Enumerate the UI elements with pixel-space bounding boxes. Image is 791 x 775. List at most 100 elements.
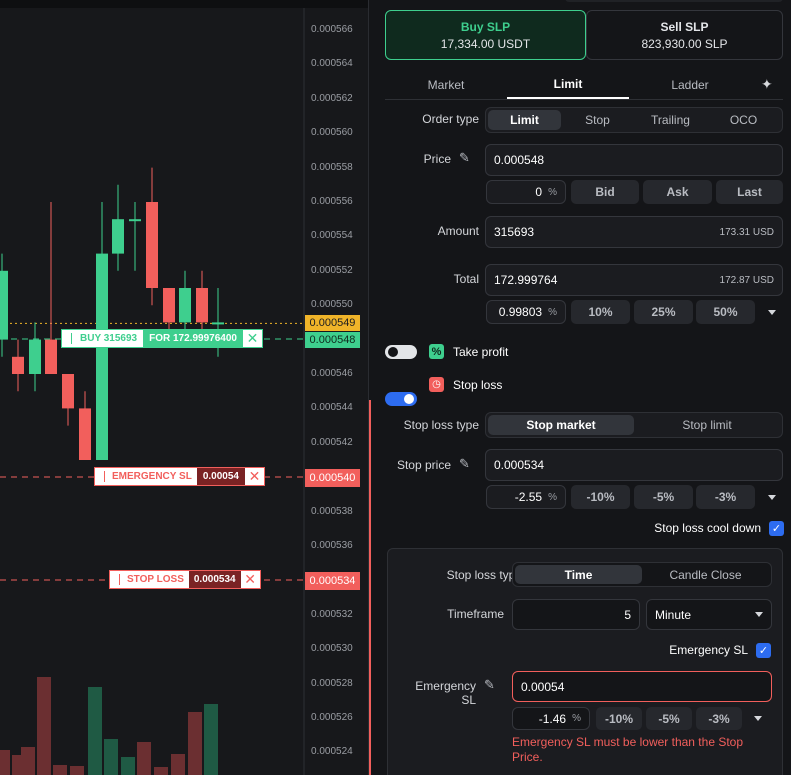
drag-handle-icon[interactable] [64,333,72,344]
candlestick-chart[interactable] [0,0,368,775]
chevron-down-icon[interactable] [768,310,776,315]
chevron-down-icon[interactable] [754,716,762,721]
emergency-checkbox[interactable]: ✓ [756,643,771,658]
buy-price-tag: 0.000548 [305,332,360,348]
take-profit-toggle[interactable] [385,345,417,359]
emergency-sl-input[interactable]: 0.00054 [512,671,772,702]
close-icon[interactable]: ✕ [245,468,264,485]
stop-loss-icon: ◷ [429,377,444,392]
tab-limit[interactable]: Limit [507,70,629,99]
amount-input[interactable]: 315693 173.31 USD [485,216,783,248]
price-tick-label: 0.000546 [311,368,353,379]
price-tick-label: 0.000530 [311,643,353,655]
price-percent-input[interactable]: 0% [486,180,566,204]
pct-25-button[interactable]: 25% [634,300,693,324]
total-label: Total [453,272,479,286]
timeframe-unit-select[interactable]: Minute [646,599,772,630]
stop-price-percent-input[interactable]: -2.55% [486,485,566,509]
tab-ladder[interactable]: Ladder [629,70,751,99]
cooldown-settings-box: Stop loss type Time Candle Close Timefra… [387,548,783,775]
em-minus10-button[interactable]: -10% [596,707,642,730]
emergency-percent-value: -1.46 [538,711,567,726]
stoploss-value: 0.000534 [188,571,241,588]
sell-side-button[interactable]: Sell SLP 823,930.00 SLP [586,10,783,60]
candle-body [196,288,208,323]
stop-loss-section-rail [369,400,371,775]
volume-bar [53,765,67,775]
drag-handle-icon[interactable] [112,574,120,585]
sl-type-stop-limit[interactable]: Stop limit [634,415,780,435]
sl-type-candle-close[interactable]: Candle Close [642,565,769,584]
eyedropper-icon[interactable]: ✎ [459,456,470,472]
candle-body [45,339,57,374]
chevron-down-icon[interactable] [768,495,776,500]
emergency-label: Emergency SL [415,679,476,707]
close-icon[interactable]: ✕ [243,330,262,347]
buy-order-line-label[interactable]: BUY 315693 FOR 172.99976400 ✕ [61,329,263,348]
percent-icon: % [548,306,557,318]
pct-10-button[interactable]: 10% [571,300,630,324]
volume-bar [154,767,168,775]
buy-title: Buy SLP [460,19,511,34]
emergency-toggle-label: Emergency SL [669,643,748,657]
emergency-price-tag: 0.000540 [305,469,360,487]
sl-type-time[interactable]: Time [515,565,642,584]
candle-body [12,356,24,374]
order-panel: Buy SLP 17,334.00 USDT Sell SLP 823,930.… [368,0,791,775]
total-percent-input[interactable]: 0.99803% [486,300,566,324]
price-chart[interactable]: 0.000566 0.000564 0.000562 0.000560 0.000558… [0,0,368,775]
stop-price-label: Stop price [396,458,451,472]
em-minus3-button[interactable]: -3% [696,707,742,730]
order-type-oco[interactable]: OCO [707,110,780,130]
sell-title: Sell SLP [660,19,709,34]
bid-button[interactable]: Bid [571,180,639,204]
candle-body [29,339,41,374]
tab-market[interactable]: Market [385,70,507,99]
volume-bar [0,750,10,775]
emergency-sl-value: 0.00054 [196,468,245,485]
price-tick-label: 0.000554 [311,230,353,242]
ask-button[interactable]: Ask [643,180,712,204]
sell-balance: 823,930.00 SLP [641,36,728,51]
sp-minus5-button[interactable]: -5% [634,485,693,509]
price-tick-label: 0.000562 [311,92,353,104]
drag-handle-icon[interactable] [97,471,105,482]
stoploss-line-label[interactable]: STOP LOSS 0.000534 ✕ [109,570,261,589]
buy-order-amount: BUY 315693 [80,333,138,344]
emergency-sl-line-label[interactable]: EMERGENCY SL 0.00054 ✕ [94,467,265,486]
em-minus5-button[interactable]: -5% [646,707,692,730]
sparkle-icon[interactable]: ✦ [761,76,773,93]
last-button[interactable]: Last [716,180,783,204]
price-percent-value: 0 [535,185,543,199]
sp-minus3-button[interactable]: -3% [696,485,755,509]
volume-bar [70,766,84,775]
order-type-trailing[interactable]: Trailing [634,110,707,130]
price-tick-label: 0.000524 [311,746,353,758]
order-type-stop[interactable]: Stop [561,110,634,130]
price-tick-label: 0.000560 [311,127,353,139]
sp-minus10-button[interactable]: -10% [571,485,630,509]
buy-side-button[interactable]: Buy SLP 17,334.00 USDT [385,10,586,60]
cooldown-checkbox[interactable]: ✓ [769,521,784,536]
sl-type-stop-market[interactable]: Stop market [488,415,634,435]
volume-bar [121,757,135,775]
percent-icon: % [548,491,557,503]
pct-50-button[interactable]: 50% [696,300,755,324]
close-icon[interactable]: ✕ [241,571,260,588]
eyedropper-icon[interactable]: ✎ [459,150,470,166]
volume-bar [37,677,51,775]
timeframe-input[interactable]: 5 [512,599,640,630]
emergency-percent-input[interactable]: -1.46% [512,707,590,730]
amount-value: 315693 [494,225,535,239]
stop-loss-label: Stop loss [453,378,503,392]
price-tick-label: 0.000564 [311,58,353,70]
price-input[interactable]: 0.000548 [485,144,783,176]
order-type-limit[interactable]: Limit [488,110,561,130]
total-input[interactable]: 172.999764 172.87 USD [485,264,783,296]
stop-price-input[interactable]: 0.000534 [485,449,783,481]
chevron-down-icon [755,612,763,617]
stop-loss-toggle[interactable] [385,392,417,406]
eyedropper-icon[interactable]: ✎ [484,677,495,693]
volume-bar [88,687,102,775]
cooldown-label: Stop loss cool down [654,521,761,535]
